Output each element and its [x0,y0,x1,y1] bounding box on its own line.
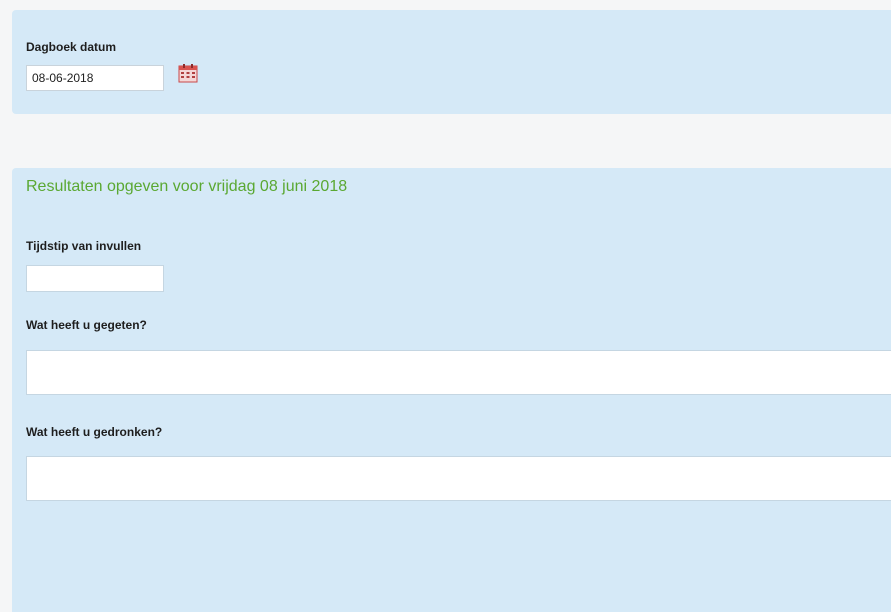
results-title: Resultaten opgeven voor vrijdag 08 juni … [26,178,348,195]
results-panel: Resultaten opgeven voor vrijdag 08 juni … [12,168,891,612]
diary-date-label: Dagboek datum [26,40,117,54]
time-input[interactable] [26,265,164,292]
food-input[interactable] [26,350,891,395]
food-label: Wat heeft u gegeten? [26,318,147,332]
diary-date-input[interactable] [26,65,164,91]
time-label: Tijdstip van invullen [26,239,142,253]
calendar-icon[interactable] [178,63,198,83]
drink-label: Wat heeft u gedronken? [26,425,163,439]
drink-input[interactable] [26,456,891,501]
diary-date-panel: Dagboek datum [12,10,891,114]
